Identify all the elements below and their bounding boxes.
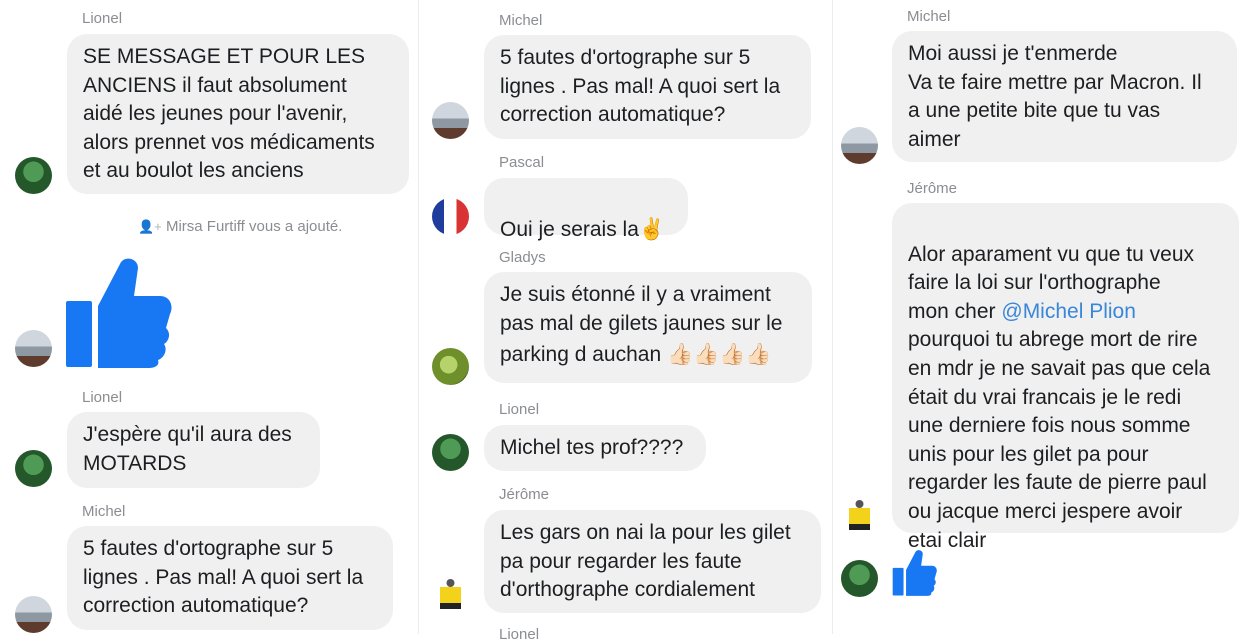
message-bubble[interactable]: Moi aussi je t'enmerde Va te faire mettr… [892,31,1237,162]
sender-name: Michel [82,503,126,520]
sender-name: Lionel [499,626,540,643]
avatar-jerome[interactable] [841,496,878,533]
avatar-gladys[interactable] [432,348,469,385]
sender-name: Jérôme [907,180,958,197]
sender-name: Lionel [82,10,123,27]
message-bubble[interactable]: Oui je serais la✌️ [484,178,688,241]
message-bubble[interactable]: SE MESSAGE ET POUR LES ANCIENS il faut a… [67,34,409,194]
sender-name: Pascal [499,154,545,171]
avatar-michel[interactable] [432,102,469,139]
avatar-michel[interactable] [841,127,878,164]
sender-name: Michel [907,8,951,25]
avatar-pascal[interactable] [432,198,469,235]
system-notice-text: Mirsa Furtiff vous a ajouté. [165,218,343,235]
message-text: pourquoi tu abrege mort de rire en mdr j… [908,328,1211,552]
avatar-lionel[interactable] [841,560,878,597]
avatar-michel[interactable] [15,596,52,633]
sender-name: Lionel [499,401,540,418]
thumbs-up-emoji: 👍🏻👍🏻👍🏻👍🏻 [666,343,772,367]
message-text: Oui je serais la [500,217,639,241]
message-text-line: pas mal de gilets jaunes sur le [500,311,783,335]
avatar-lionel[interactable] [15,450,52,487]
add-person-icon: 👤+ [138,219,162,234]
message-bubble[interactable]: Michel tes prof???? [484,425,706,471]
sender-name: Jérôme [499,486,550,503]
thumbs-up-icon[interactable] [62,256,172,368]
avatar-jerome[interactable] [432,575,469,612]
message-bubble[interactable]: 5 fautes d'ortographe sur 5 lignes . Pas… [67,526,393,630]
thumbs-up-icon[interactable] [891,549,937,596]
sender-name: Michel [499,12,543,29]
sender-name: Lionel [82,389,123,406]
message-bubble[interactable]: Les gars on nai la pour les gilet pa pou… [484,510,821,613]
avatar-michel[interactable] [15,330,52,367]
message-text-line: Je suis étonné il y a vraiment [500,283,771,306]
conversation-column-2: Michel 5 fautes d'ortographe sur 5 ligne… [418,0,833,643]
victory-hand-emoji: ✌️ [638,217,666,241]
message-bubble[interactable]: Je suis étonné il y a vraiment pas mal d… [484,272,812,383]
system-notice: 👤+ Mirsa Furtiff vous a ajouté. [138,218,342,235]
avatar-lionel[interactable] [15,157,52,194]
sender-name: Gladys [499,249,546,266]
conversation-column-1: Lionel SE MESSAGE ET POUR LES ANCIENS il… [0,0,418,634]
user-mention-link[interactable]: @Michel Plion [1001,300,1136,323]
conversation-column-3: Michel Moi aussi je t'enmerde Va te fair… [832,0,1250,634]
message-text-line: parking d auchan 👍🏻👍🏻👍🏻👍🏻 [500,343,772,367]
avatar-lionel[interactable] [432,434,469,471]
message-bubble[interactable]: Alor aparament vu que tu veux faire la l… [892,203,1239,552]
message-bubble[interactable]: J'espère qu'il aura des MOTARDS [67,412,320,488]
message-bubble[interactable]: 5 fautes d'ortographe sur 5 lignes . Pas… [484,35,811,139]
